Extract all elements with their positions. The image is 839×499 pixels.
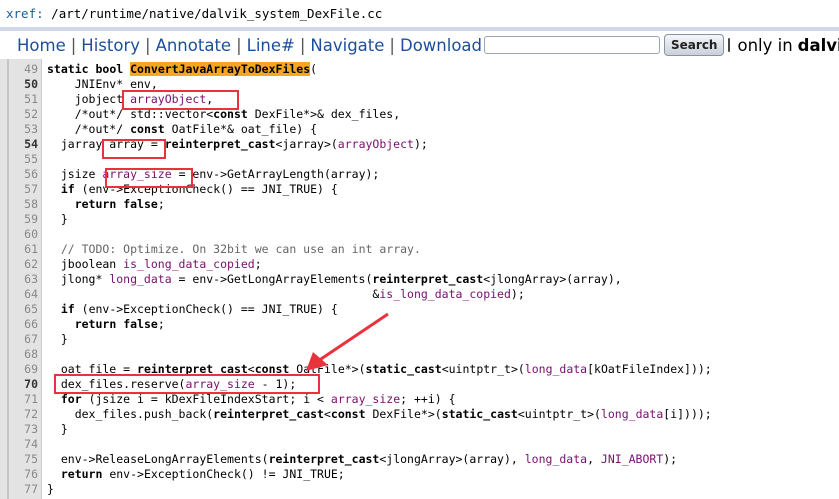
- nav-separator: |: [389, 35, 395, 55]
- nav-download-link[interactable]: Download: [400, 36, 482, 55]
- annotation-arrow-icon: [306, 312, 389, 371]
- nav-separator: |: [299, 35, 306, 55]
- nav-separator: |: [236, 35, 242, 55]
- nav-line-link[interactable]: Line#: [247, 36, 295, 55]
- nav-home-link[interactable]: Home: [17, 36, 66, 55]
- breadcrumb: xref: /art/runtime/native/dalvik_system_…: [6, 6, 382, 24]
- nav-history-link[interactable]: History: [81, 36, 140, 55]
- header-bar: [0, 27, 839, 31]
- only-in-checkbox[interactable]: [728, 38, 731, 52]
- only-in-label: only in: [737, 35, 793, 55]
- nav-navigate-link[interactable]: Navigate: [310, 36, 384, 55]
- xref-label: xref:: [6, 6, 44, 21]
- nav-bar: Home | History | Annotate | Line# | Navi…: [17, 32, 839, 58]
- source-listing: 49 static bool ConvertJavaArrayToDexFiles…: [0, 59, 839, 499]
- file-path[interactable]: /art/runtime/native/dalvik_system_DexFil…: [51, 6, 382, 21]
- search-input[interactable]: [484, 36, 661, 54]
- search-button[interactable]: Search: [664, 34, 725, 56]
- only-in-directory: dalvik_s: [797, 35, 839, 55]
- nav-separator: |: [70, 35, 77, 55]
- nav-separator: |: [145, 35, 151, 55]
- nav-annotate-link[interactable]: Annotate: [156, 36, 232, 55]
